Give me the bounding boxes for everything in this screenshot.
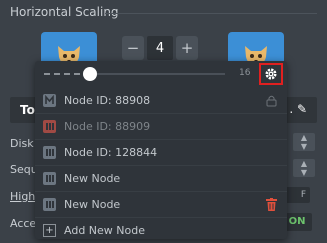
section-header: Horizontal Scaling xyxy=(0,0,327,22)
increment-button[interactable]: + xyxy=(176,36,198,60)
nodes-dropdown: 16 Node ID: 88908 Node ID: 88909 Node ID… xyxy=(35,61,287,239)
node-item-88908[interactable]: Node ID: 88908 xyxy=(35,88,287,114)
slider-thumb[interactable] xyxy=(83,67,97,81)
sequence-row-label: Sequ xyxy=(10,163,38,176)
layer-node-icon xyxy=(43,198,56,211)
decrement-button[interactable]: − xyxy=(122,36,144,60)
dropdown-slider-bar: 16 xyxy=(35,61,287,87)
add-new-node-button[interactable]: + Add New Node xyxy=(35,218,287,243)
settings-button[interactable] xyxy=(259,63,283,85)
disk-spinner[interactable]: ▲ ▼ xyxy=(293,133,315,151)
node-item-label: Node ID: 128844 xyxy=(64,146,158,159)
plus-icon: + xyxy=(43,224,56,237)
layer-node-icon xyxy=(43,146,56,159)
node-item-label: Node ID: 88909 xyxy=(64,120,151,133)
layer-node-icon xyxy=(43,172,56,185)
lock-icon xyxy=(266,94,277,110)
sequence-spinner[interactable]: ▲ ▼ xyxy=(293,159,315,177)
master-node-icon xyxy=(43,94,56,107)
node-list: Node ID: 88908 Node ID: 88909 Node ID: 1… xyxy=(35,88,287,243)
slider-track[interactable] xyxy=(97,73,225,75)
edit-icon[interactable]: . ✎ xyxy=(289,102,307,116)
section-title: Horizontal Scaling xyxy=(10,5,119,19)
node-item-label: Node ID: 88908 xyxy=(64,94,151,107)
slider-max-label: 16 xyxy=(239,68,251,78)
node-count-stepper: − 4 + xyxy=(122,36,198,60)
node-count-input[interactable]: 4 xyxy=(147,36,173,60)
node-item-128844[interactable]: Node ID: 128844 xyxy=(35,140,287,166)
layer-node-icon xyxy=(43,120,56,133)
node-item-label: New Node xyxy=(64,172,121,185)
add-new-node-label: Add New Node xyxy=(64,224,145,237)
node-item-new-1[interactable]: New Node xyxy=(35,166,287,192)
node-item-label: New Node xyxy=(64,198,121,211)
trash-icon[interactable] xyxy=(266,198,277,214)
header-divider xyxy=(105,13,317,14)
node-item-88909[interactable]: Node ID: 88909 xyxy=(35,114,287,140)
node-item-new-2[interactable]: New Node xyxy=(35,192,287,218)
gear-icon xyxy=(265,68,277,80)
